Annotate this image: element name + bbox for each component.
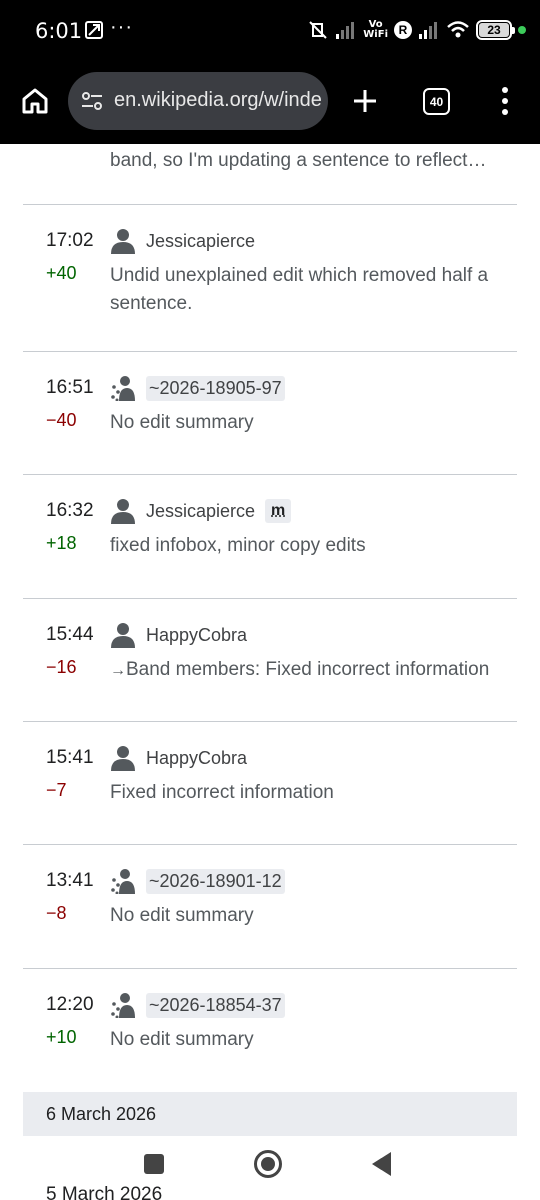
vowifi-indicator: Vo WiFi (363, 20, 388, 40)
date-header-text: 6 March 2026 (46, 1104, 157, 1124)
status-time: 6:01 (35, 19, 83, 43)
divider (23, 968, 517, 969)
entry-summary-text: Band members: Fixed incorrect informatio… (126, 659, 490, 680)
entry-time[interactable]: 16:32 (46, 500, 94, 522)
tab-switcher-button[interactable]: 40 (423, 88, 450, 115)
site-settings-icon[interactable] (80, 89, 104, 113)
entry-summary: fixed infobox, minor copy edits (110, 535, 366, 556)
history-list: band, so I'm updating a sentence to refl… (0, 144, 540, 1200)
system-nav-bar (0, 1128, 540, 1200)
browser-toolbar: en.wikipedia.org/w/inde 40 (0, 60, 540, 144)
divider (23, 598, 517, 599)
entry-summary: Undid unexplained edit which removed hal… (110, 265, 489, 314)
entry-time[interactable]: 13:41 (46, 870, 94, 892)
roaming-badge: R (394, 21, 412, 39)
divider (23, 474, 517, 475)
entry-summary: No edit summary (110, 412, 254, 433)
signal-icon-2 (419, 22, 437, 39)
entry-time[interactable]: 15:41 (46, 747, 94, 769)
entry-user[interactable]: Jessicapierce (146, 231, 255, 252)
entry-diff-size: −40 (46, 410, 77, 430)
signal-icon (336, 22, 355, 39)
wifi-icon (447, 21, 469, 38)
temporary-user-icon (111, 993, 135, 1018)
divider (23, 721, 517, 722)
entry-user[interactable]: HappyCobra (146, 625, 247, 646)
screen-share-icon (85, 21, 103, 39)
entry-time[interactable]: 17:02 (46, 230, 94, 252)
user-icon (111, 746, 135, 771)
entry-user[interactable]: ~2026-18901-12 (146, 868, 285, 894)
mute-vibrate-icon (309, 21, 327, 39)
entry-summary: No edit summary (110, 1029, 254, 1050)
entry-user[interactable]: ~2026-18854-37 (146, 992, 285, 1018)
more-vert-icon[interactable] (496, 85, 514, 117)
entry-diff-size: −7 (46, 780, 67, 800)
entry-user[interactable]: HappyCobra (146, 748, 247, 769)
entry-summary: →Band members: Fixed incorrect informati… (110, 656, 520, 685)
home-button[interactable] (254, 1150, 282, 1178)
entry-summary: No edit summary (110, 905, 254, 926)
entry-time[interactable]: 12:20 (46, 994, 94, 1016)
recents-button[interactable] (144, 1154, 164, 1174)
new-tab-icon[interactable] (350, 86, 380, 116)
entry-diff-size: +10 (46, 1027, 77, 1047)
partial-edit-summary: band, so I'm updating a sentence to refl… (110, 150, 487, 171)
entry-diff-size: +40 (46, 263, 77, 283)
status-bar: 6:01 ··· Vo WiFi R 23 (0, 0, 540, 60)
divider (23, 844, 517, 845)
entry-diff-size: −8 (46, 903, 67, 923)
vowifi-bottom: WiFi (363, 29, 388, 40)
battery-level: 23 (479, 23, 509, 37)
entry-user[interactable]: ~2026-18905-97 (146, 375, 285, 401)
url-text[interactable]: en.wikipedia.org/w/inde (114, 89, 322, 112)
privacy-indicator-dot (518, 26, 526, 34)
user-icon (111, 229, 135, 254)
minor-edit-badge: m (265, 499, 292, 523)
user-icon (111, 499, 135, 524)
entry-diff-size: −16 (46, 657, 77, 677)
address-bar[interactable]: en.wikipedia.org/w/inde (68, 72, 328, 130)
temporary-user-icon (111, 376, 135, 401)
section-link-arrow[interactable]: → (110, 662, 126, 679)
divider (23, 351, 517, 352)
home-icon[interactable] (20, 86, 50, 116)
back-button[interactable] (372, 1152, 391, 1176)
entry-time[interactable]: 15:44 (46, 624, 94, 646)
temporary-user-icon (111, 869, 135, 894)
entry-diff-size: +18 (46, 533, 77, 553)
entry-time[interactable]: 16:51 (46, 377, 94, 399)
battery-indicator: 23 (476, 20, 515, 40)
status-more-dots: ··· (110, 16, 133, 38)
user-icon (111, 623, 135, 648)
entry-user[interactable]: Jessicapierce (146, 501, 255, 522)
divider (23, 204, 517, 205)
entry-summary: Fixed incorrect information (110, 782, 334, 803)
